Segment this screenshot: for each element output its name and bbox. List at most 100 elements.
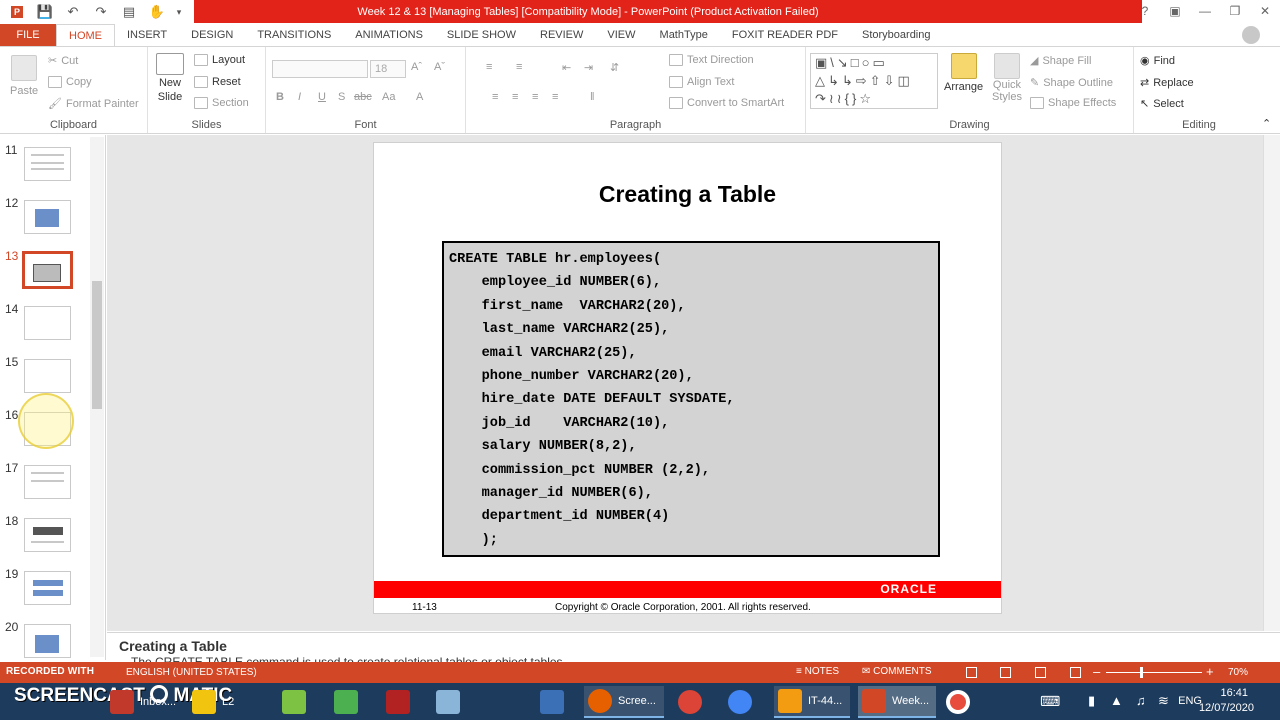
- paste-button[interactable]: Paste: [10, 55, 38, 97]
- taskbar-app-recorder[interactable]: [946, 686, 970, 718]
- tab-foxit[interactable]: FOXIT READER PDF: [720, 24, 850, 46]
- shapes-gallery[interactable]: ▣\↘□○▭ △↳↳⇨⇧⇩◫ ↷≀≀{}☆: [810, 53, 938, 109]
- tab-animations[interactable]: ANIMATIONS: [343, 24, 435, 46]
- taskbar-app-firefox[interactable]: Scree...: [584, 686, 664, 718]
- arrange-button[interactable]: Arrange: [944, 53, 983, 93]
- reset-button[interactable]: Reset: [194, 76, 241, 88]
- copy-button[interactable]: Copy: [48, 76, 92, 88]
- help-icon[interactable]: ?: [1130, 0, 1160, 22]
- volume-icon[interactable]: ♫: [1136, 693, 1146, 708]
- close-button[interactable]: ✕: [1250, 0, 1280, 22]
- code-box[interactable]: CREATE TABLE hr.employees( employee_id N…: [442, 241, 940, 557]
- shape-fill-button[interactable]: ◢ Shape Fill: [1030, 54, 1091, 68]
- tab-mathtype[interactable]: MathType: [648, 24, 720, 46]
- touch-mode-icon[interactable]: ✋: [146, 2, 168, 22]
- thumbnails-scrollbar[interactable]: [90, 137, 104, 657]
- align-center-icon[interactable]: ≡: [512, 91, 518, 103]
- tab-transitions[interactable]: TRANSITIONS: [245, 24, 343, 46]
- zoom-slider[interactable]: [1106, 672, 1202, 673]
- thumbnail-slide-12[interactable]: 12: [0, 196, 90, 246]
- taskbar-app-chrome[interactable]: [678, 686, 702, 718]
- thumbnail-slide-13[interactable]: 13: [0, 249, 90, 299]
- taskbar-app-editor[interactable]: [436, 686, 460, 718]
- line-spacing-icon[interactable]: ⇵: [610, 61, 619, 74]
- zoom-in-icon[interactable]: +: [1206, 664, 1214, 679]
- battery-icon[interactable]: ▮: [1088, 693, 1095, 709]
- language-status[interactable]: ENGLISH (UNITED STATES): [126, 667, 257, 678]
- new-slide-button[interactable]: New Slide: [156, 53, 184, 103]
- tab-storyboarding[interactable]: Storyboarding: [850, 24, 943, 46]
- clock-date[interactable]: 12/07/2020: [1199, 702, 1254, 714]
- shadow-button[interactable]: S: [338, 91, 345, 103]
- taskbar-app-powerpoint[interactable]: Week...: [858, 686, 936, 718]
- wifi-icon[interactable]: ≋: [1158, 693, 1169, 709]
- slide[interactable]: Creating a Table CREATE TABLE hr.employe…: [373, 142, 1002, 614]
- cut-button[interactable]: ✂ Cut: [48, 54, 78, 68]
- comments-toggle-button[interactable]: ✉ COMMENTS: [862, 666, 932, 677]
- slideshow-start-icon[interactable]: ▤: [118, 2, 140, 22]
- decrease-indent-icon[interactable]: ⇤: [562, 61, 571, 74]
- taskbar-app-mail[interactable]: Inbox...: [110, 686, 182, 718]
- undo-icon[interactable]: ↶: [62, 2, 84, 22]
- thumbnail-slide-18[interactable]: 18: [0, 514, 90, 564]
- bold-button[interactable]: B: [276, 91, 284, 103]
- collapse-ribbon-icon[interactable]: ⌃: [1262, 117, 1271, 130]
- justify-icon[interactable]: ≡: [552, 91, 558, 103]
- shape-outline-button[interactable]: ✎ Shape Outline: [1030, 76, 1113, 90]
- columns-icon[interactable]: ‖: [590, 91, 595, 103]
- thumbnail-slide-11[interactable]: 11: [0, 143, 90, 193]
- find-button[interactable]: ◉ Find: [1140, 54, 1175, 68]
- align-left-icon[interactable]: ≡: [492, 91, 498, 103]
- numbering-icon[interactable]: ≡: [516, 61, 522, 73]
- ribbon-display-icon[interactable]: ▣: [1160, 0, 1190, 22]
- keyboard-icon[interactable]: ⌨: [1040, 693, 1060, 710]
- reading-view-icon[interactable]: [1035, 667, 1046, 678]
- slide-sorter-icon[interactable]: [1000, 667, 1011, 678]
- thumbnail-slide-14[interactable]: 14: [0, 302, 90, 352]
- strikethrough-button[interactable]: abc: [354, 91, 372, 103]
- notes-toggle-button[interactable]: ≡ NOTES: [796, 666, 839, 677]
- font-name-box[interactable]: [272, 60, 368, 78]
- normal-view-icon[interactable]: [966, 667, 977, 678]
- font-color-button[interactable]: A: [416, 91, 423, 103]
- thumbnail-slide-19[interactable]: 19: [0, 567, 90, 617]
- replace-button[interactable]: ⇄ Replace: [1140, 76, 1194, 90]
- convert-smartart-button[interactable]: Convert to SmartArt: [669, 97, 784, 109]
- taskbar-app-folder[interactable]: L2: [192, 686, 262, 718]
- notes-pane[interactable]: Creating a Table The CREATE TABLE comman…: [107, 632, 1280, 669]
- minimize-button[interactable]: —: [1190, 0, 1220, 22]
- network-tray-icon[interactable]: ▲: [1110, 693, 1123, 708]
- shrink-font-icon[interactable]: Aˇ: [434, 61, 445, 73]
- slide-title[interactable]: Creating a Table: [374, 181, 1001, 208]
- align-text-button[interactable]: Align Text: [669, 76, 735, 88]
- thumbnail-slide-17[interactable]: 17: [0, 461, 90, 511]
- quick-styles-button[interactable]: Quick Styles: [992, 53, 1022, 103]
- zoom-slider-knob[interactable]: [1140, 667, 1143, 678]
- underline-button[interactable]: U: [318, 91, 326, 103]
- clock-time[interactable]: 16:41: [1220, 687, 1248, 699]
- taskbar-app-explorer[interactable]: [282, 686, 306, 718]
- slideshow-view-icon[interactable]: [1070, 667, 1081, 678]
- change-case-button[interactable]: Aa: [382, 91, 395, 103]
- font-size-box[interactable]: 18: [370, 60, 406, 78]
- format-painter-button[interactable]: 🖌 Format Painter: [48, 97, 139, 111]
- slide-scrollbar[interactable]: [1263, 135, 1280, 631]
- taskbar-app-network[interactable]: [540, 686, 564, 718]
- tab-review[interactable]: REVIEW: [528, 24, 595, 46]
- taskbar-app-foxit[interactable]: IT-44...: [774, 686, 850, 718]
- tab-insert[interactable]: INSERT: [115, 24, 179, 46]
- redo-icon[interactable]: ↷: [90, 2, 112, 22]
- text-direction-button[interactable]: Text Direction: [669, 54, 754, 66]
- increase-indent-icon[interactable]: ⇥: [584, 61, 593, 74]
- taskbar-app-notepad[interactable]: [334, 686, 358, 718]
- save-icon[interactable]: 💾: [34, 2, 56, 22]
- taskbar-app-chrome-2[interactable]: [728, 686, 752, 718]
- italic-button[interactable]: I: [298, 91, 301, 103]
- customize-qat-icon[interactable]: ▾: [174, 2, 184, 22]
- section-button[interactable]: Section: [194, 97, 249, 109]
- align-right-icon[interactable]: ≡: [532, 91, 538, 103]
- grow-font-icon[interactable]: Aˆ: [411, 61, 422, 73]
- powerpoint-icon[interactable]: P: [6, 2, 28, 22]
- user-account-icon[interactable]: [1242, 26, 1260, 44]
- tab-home[interactable]: HOME: [56, 23, 115, 47]
